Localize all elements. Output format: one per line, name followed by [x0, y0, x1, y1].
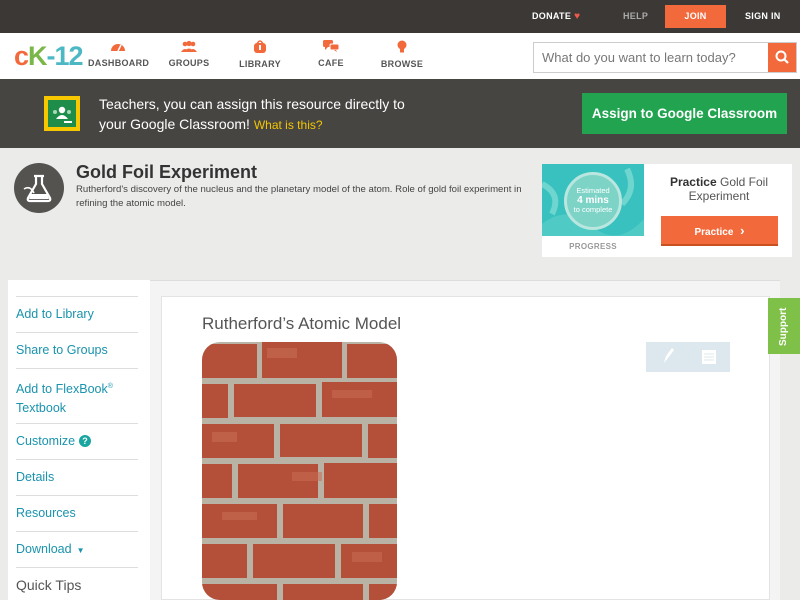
concept-title: Gold Foil Experiment: [76, 162, 258, 182]
sidebar-item-download[interactable]: Download ▼: [16, 531, 138, 560]
search-input[interactable]: [534, 43, 768, 72]
caret-down-icon: ▼: [76, 546, 85, 555]
help-link[interactable]: HELP: [623, 0, 648, 33]
donate-label: DONATE: [532, 11, 572, 21]
support-label: Support: [778, 307, 789, 346]
textbook-label: Textbook: [16, 401, 67, 416]
logo-k: K: [28, 41, 47, 71]
to-complete-label: to complete: [573, 205, 613, 214]
notes-icon[interactable]: [688, 342, 730, 372]
support-tab[interactable]: Support: [768, 298, 800, 354]
nav-library[interactable]: LIBRARY: [235, 40, 285, 69]
add-to-flexbook-label: Add to FlexBook: [16, 382, 108, 397]
nav-groups-label: GROUPS: [168, 58, 210, 68]
edit-toolbar: [646, 342, 730, 372]
nav-browse-label: BROWSE: [380, 59, 424, 69]
nav-dashboard[interactable]: DASHBOARD: [88, 40, 150, 68]
heart-icon: ♥: [574, 11, 581, 22]
what-is-this-link[interactable]: What is this?: [254, 118, 323, 132]
top-utility-bar: DONATE ♥ HELP JOIN SIGN IN: [0, 0, 800, 33]
banner-line-2: your Google Classroom! What is this?: [99, 114, 405, 135]
sidebar-item-share-to-groups[interactable]: Share to Groups: [16, 332, 138, 360]
search-button[interactable]: [768, 43, 796, 72]
practice-button-label: Practice: [694, 226, 734, 238]
banner-line-2-text: your Google Classroom!: [99, 116, 250, 132]
nav-browse[interactable]: BROWSE: [377, 40, 427, 69]
search-icon: [775, 50, 789, 64]
pencil-icon[interactable]: [646, 342, 688, 372]
library-bag-icon: [254, 40, 266, 53]
sidebar-item-add-to-library[interactable]: Add to Library: [16, 296, 138, 324]
google-classroom-icon: [44, 96, 80, 131]
sidebar-item-resources[interactable]: Resources: [16, 495, 138, 523]
nav-cafe[interactable]: CAFE: [306, 40, 356, 68]
sidebar: Add to Library Share to Groups Add to Fl…: [8, 280, 150, 600]
ck12-logo[interactable]: cK-12: [14, 41, 84, 72]
cafe-chat-icon: [323, 40, 339, 52]
estimated-label: Estimated: [576, 186, 610, 195]
nav-cafe-label: CAFE: [318, 58, 344, 68]
practice-card: Estimated 4 mins to complete PROGRESS Pr…: [542, 164, 792, 257]
progress-label: PROGRESS: [569, 242, 617, 251]
google-classroom-banner: Teachers, you can assign this resource d…: [0, 79, 800, 148]
chemistry-flask-icon: [14, 163, 64, 213]
estimated-time-badge: Estimated 4 mins to complete: [564, 172, 622, 230]
download-label: Download: [16, 542, 72, 556]
chevron-right-icon: ›: [740, 222, 745, 238]
join-button[interactable]: JOIN: [665, 5, 726, 28]
banner-line-1: Teachers, you can assign this resource d…: [99, 96, 405, 112]
sidebar-item-quick-tips[interactable]: Quick Tips: [16, 567, 138, 595]
practice-title-bold: Practice: [669, 175, 717, 189]
logo-c: c: [14, 41, 29, 71]
logo-12: -12: [46, 41, 84, 71]
sidebar-item-details[interactable]: Details: [16, 459, 138, 487]
customize-label: Customize: [16, 434, 76, 448]
registered-mark: ®: [107, 383, 113, 390]
nav-groups[interactable]: GROUPS: [164, 40, 214, 68]
progress-graphic: Estimated 4 mins to complete: [542, 164, 644, 236]
browse-lightbulb-icon: [397, 40, 407, 53]
practice-title: Practice Gold Foil Experiment: [654, 175, 784, 203]
sidebar-item-add-to-flexbook[interactable]: Add to FlexBook® Textbook: [16, 368, 138, 418]
groups-people-icon: [181, 40, 197, 52]
banner-text: Teachers, you can assign this resource d…: [99, 94, 405, 135]
brick-wall-image: [202, 342, 397, 600]
main-navigation: cK-12 DASHBOARD GROUPS LIBRARY CAFE BROW…: [0, 33, 800, 79]
donate-link[interactable]: DONATE ♥: [532, 0, 580, 33]
sign-in-link[interactable]: SIGN IN: [745, 0, 781, 33]
nav-dashboard-label: DASHBOARD: [88, 58, 150, 68]
concept-description: Rutherford's discovery of the nucleus an…: [76, 184, 522, 209]
assign-to-google-classroom-button[interactable]: Assign to Google Classroom: [582, 93, 787, 134]
sidebar-item-customize[interactable]: Customize?: [16, 423, 138, 451]
practice-button[interactable]: Practice ›: [661, 216, 778, 244]
section-heading: Rutherford’s Atomic Model: [202, 314, 402, 333]
dashboard-gauge-icon: [111, 44, 125, 52]
help-icon[interactable]: ?: [79, 435, 92, 447]
nav-library-label: LIBRARY: [239, 59, 281, 69]
search-box: [533, 42, 797, 73]
